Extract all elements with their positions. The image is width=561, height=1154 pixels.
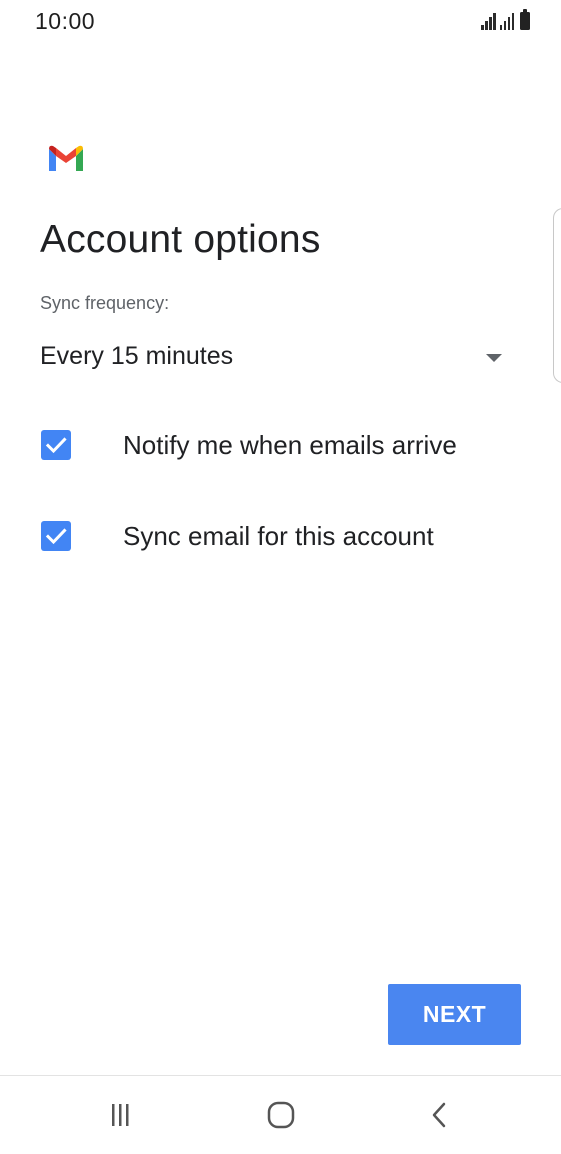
status-bar: 10:00 [0,0,561,44]
battery-icon [520,9,530,30]
signal-icon [499,12,514,30]
signal-icon [481,12,496,30]
navigation-bar [0,1076,561,1154]
status-icons [481,9,530,30]
recent-apps-icon [112,1104,129,1126]
checkmark-icon [45,528,67,545]
sync-frequency-label: Sync frequency: [40,293,170,313]
status-time: 10:00 [35,8,96,34]
page-title: Account options [40,218,321,261]
notify-checkbox[interactable] [41,430,71,460]
checkmark-icon [45,437,67,454]
back-icon [432,1102,446,1128]
account-options-screen: 10:00 Account options Sync frequency: Ev… [0,0,561,1154]
notify-label: Notify me when emails arrive [123,430,457,460]
sync-email-checkbox[interactable] [41,521,71,551]
back-button[interactable] [408,1090,468,1140]
gmail-logo-icon [49,145,83,171]
scroll-indicator[interactable] [553,208,561,383]
recent-apps-button[interactable] [95,1090,155,1140]
sync-email-label: Sync email for this account [123,521,434,551]
home-button[interactable] [251,1090,311,1140]
home-icon [267,1101,295,1129]
dropdown-arrow-icon [486,354,502,362]
next-button[interactable]: NEXT [388,984,521,1045]
sync-frequency-value: Every 15 minutes [40,342,234,370]
notify-option[interactable]: Notify me when emails arrive [40,422,510,466]
sync-frequency-dropdown[interactable]: Every 15 minutes [40,336,510,380]
sync-email-option[interactable]: Sync email for this account [40,513,510,557]
